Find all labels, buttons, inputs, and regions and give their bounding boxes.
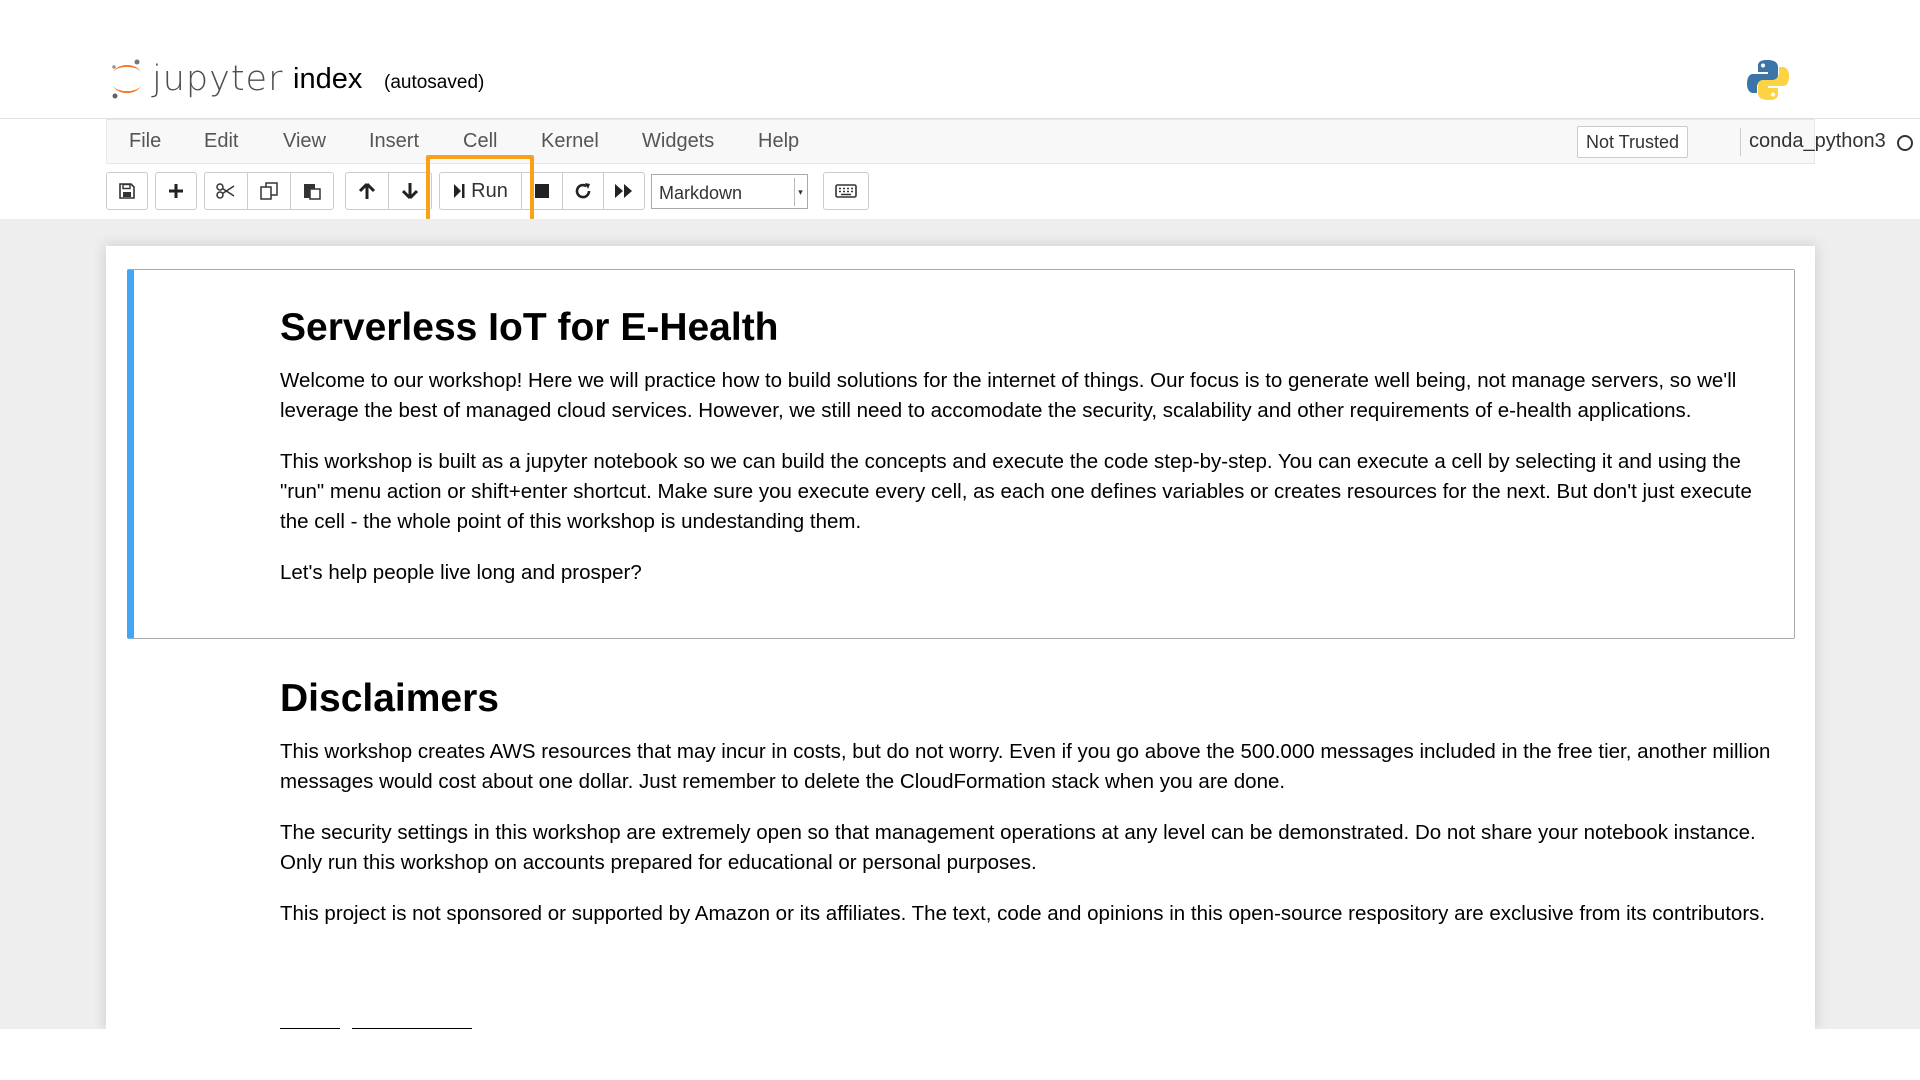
notebook-name[interactable]: index <box>293 63 362 96</box>
disclaimers-paragraph: This workshop creates AWS resources that… <box>280 740 1771 793</box>
save-button[interactable] <box>106 172 148 210</box>
copy-button[interactable] <box>247 172 291 210</box>
jupyter-logo-text: jupyter <box>152 59 284 99</box>
menu-edit[interactable]: Edit <box>204 130 238 153</box>
paste-icon <box>304 184 321 200</box>
copy-icon <box>260 182 278 200</box>
command-palette-button[interactable] <box>823 172 869 210</box>
page-bottom <box>0 1029 1920 1080</box>
menu-insert[interactable]: Insert <box>369 130 419 153</box>
disclaimers-cell-content[interactable]: Disclaimers This workshop creates AWS re… <box>280 677 1780 950</box>
arrow-up-icon <box>359 182 375 199</box>
plus-icon <box>169 184 183 198</box>
kernel-name[interactable]: conda_python3 <box>1749 130 1886 153</box>
cut-icon <box>216 183 235 199</box>
disclaimers-paragraph: The security settings in this workshop a… <box>280 821 1756 874</box>
move-up-button[interactable] <box>345 172 389 210</box>
keyboard-icon <box>835 184 857 198</box>
menu-kernel[interactable]: Kernel <box>541 130 599 153</box>
paste-button[interactable] <box>290 172 334 210</box>
trust-status-button[interactable]: Not Trusted <box>1577 126 1689 158</box>
restart-run-all-button[interactable] <box>603 172 645 210</box>
menu-view[interactable]: View <box>283 130 326 153</box>
save-icon <box>119 183 135 199</box>
jupyter-logo-icon <box>112 59 141 99</box>
next-heading-partial <box>280 1019 510 1029</box>
kernel-separator <box>1740 128 1741 156</box>
autosave-status: (autosaved) <box>384 72 485 93</box>
notebook-container: Serverless IoT for E-Health Welcome to o… <box>106 246 1815 1029</box>
intro-paragraph: This workshop is built as a jupyter note… <box>280 450 1752 533</box>
menu-cell[interactable]: Cell <box>463 130 497 153</box>
disclaimers-heading: Disclaimers <box>280 677 499 720</box>
cell-type-select[interactable]: Markdown ▾ <box>651 174 808 209</box>
kernel-idle-indicator-icon <box>1897 135 1913 151</box>
menu-help[interactable]: Help <box>758 130 799 153</box>
intro-heading: Serverless IoT for E-Health <box>280 306 779 349</box>
python-logo-icon <box>1746 58 1790 107</box>
intro-cell-content: Serverless IoT for E-Health Welcome to o… <box>280 306 1780 609</box>
intro-paragraph: Let's help people live long and prosper? <box>280 561 642 584</box>
cell-type-value: Markdown <box>659 183 743 203</box>
header: jupyter index (autosaved) <box>0 0 1920 119</box>
restart-icon <box>575 183 591 199</box>
disclaimers-paragraph: This project is not sponsored or support… <box>280 902 1766 925</box>
chevron-down-icon: ▾ <box>794 178 806 206</box>
arrow-down-icon <box>402 183 418 200</box>
fast-forward-icon <box>615 184 632 198</box>
menu-file[interactable]: File <box>129 130 161 153</box>
menu-widgets[interactable]: Widgets <box>642 130 714 153</box>
stop-icon <box>535 184 549 198</box>
restart-kernel-button[interactable] <box>562 172 604 210</box>
intro-paragraph: Welcome to our workshop! Here we will pr… <box>280 369 1737 422</box>
insert-cell-button[interactable] <box>155 172 197 210</box>
cut-button[interactable] <box>204 172 248 210</box>
jupyter-logo[interactable]: jupyter <box>110 58 283 100</box>
menubar: File Edit View Insert Cell Kernel Widget… <box>106 119 1913 164</box>
